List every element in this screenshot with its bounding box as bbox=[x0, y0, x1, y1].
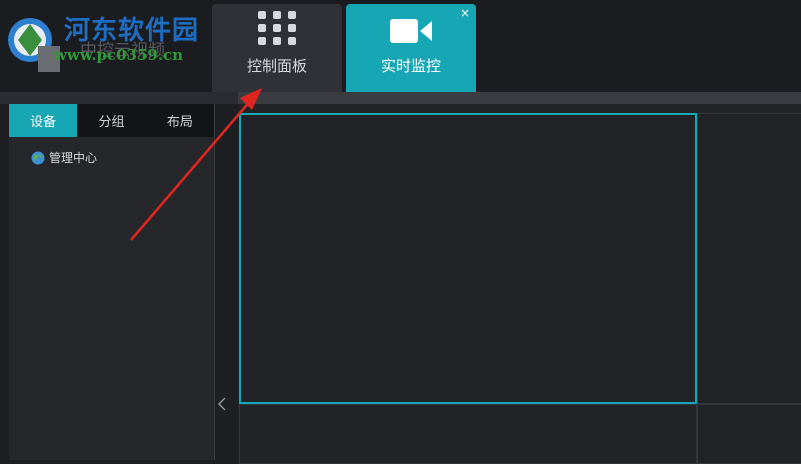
close-icon[interactable]: × bbox=[460, 7, 470, 19]
video-cell[interactable] bbox=[697, 113, 801, 404]
tab-groups[interactable]: 分组 bbox=[77, 104, 145, 137]
tab-control-panel[interactable]: 控制面板 bbox=[212, 4, 342, 92]
video-cell[interactable] bbox=[239, 404, 697, 464]
video-cell[interactable] bbox=[239, 113, 697, 404]
chevron-left-icon bbox=[218, 397, 226, 411]
tab-live-monitor[interactable]: × 实时监控 bbox=[346, 4, 476, 92]
logo: 河东软件园 中控云视频 www.pc0359.cn bbox=[0, 0, 210, 92]
top-bar: 河东软件园 中控云视频 www.pc0359.cn 控制面板 × 实时监控 bbox=[0, 0, 801, 92]
collapse-sidebar-button[interactable] bbox=[215, 392, 229, 416]
tab-label: 控制面板 bbox=[246, 57, 307, 75]
tab-devices[interactable]: 设备 bbox=[9, 104, 78, 137]
video-cell[interactable] bbox=[697, 404, 801, 464]
tab-layouts[interactable]: 布局 bbox=[146, 104, 214, 137]
tree-item-label: 管理中心 bbox=[49, 151, 98, 165]
device-tree: 管理中心 bbox=[9, 137, 214, 166]
globe-icon bbox=[31, 151, 45, 164]
sidebar-tabs: 设备 分组 布局 bbox=[9, 104, 214, 137]
device-sidebar: 设备 分组 布局 管理中心 bbox=[9, 104, 215, 460]
watermark-url: www.pc0359.cn bbox=[54, 46, 184, 64]
tab-label: 实时监控 bbox=[380, 57, 441, 75]
grid-icon bbox=[258, 11, 296, 45]
logo-emblem-icon bbox=[8, 18, 60, 72]
tree-item-management-center[interactable]: 管理中心 bbox=[31, 149, 214, 166]
video-grid bbox=[238, 104, 801, 464]
video-toolbar-strip bbox=[238, 92, 801, 104]
video-camera-icon bbox=[390, 19, 432, 43]
